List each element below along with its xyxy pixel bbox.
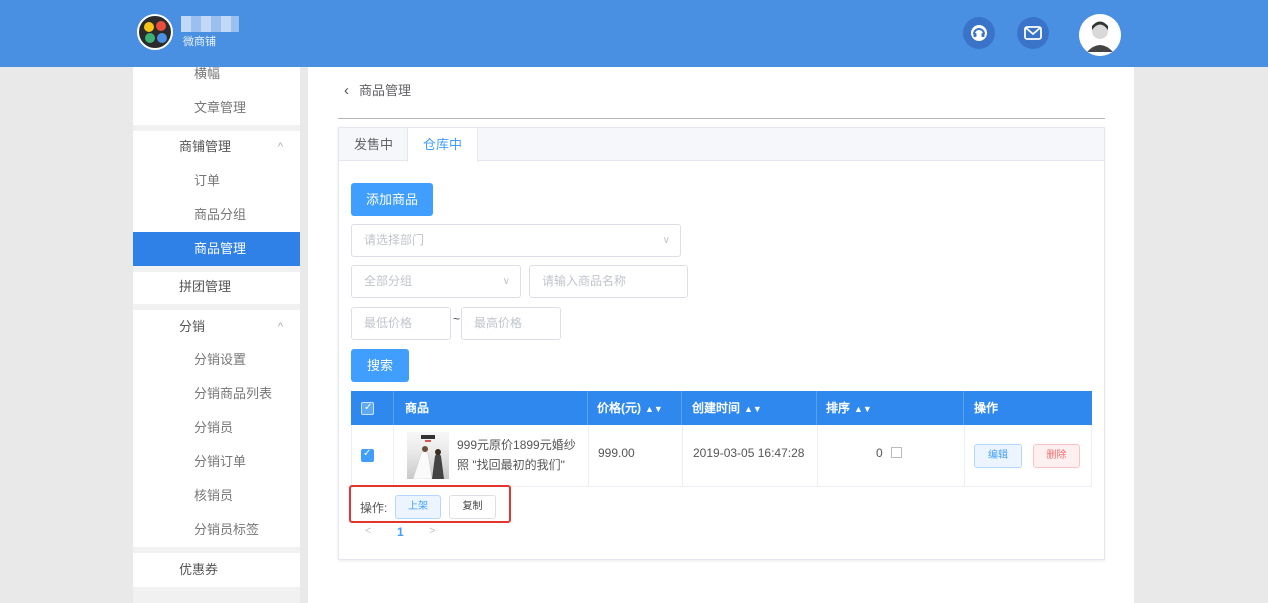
pagination-page-1[interactable]: 1 — [397, 525, 404, 539]
brand-logo-blurred — [181, 16, 239, 32]
sidebar-item-product-management[interactable]: 商品管理 — [133, 232, 300, 266]
sidebar-item-distribution-products[interactable]: 分销商品列表 — [133, 377, 300, 411]
column-divider — [964, 425, 965, 487]
back-chevron-icon[interactable]: ‹ — [344, 82, 349, 99]
tab-on-sale[interactable]: 发售中 — [339, 128, 408, 161]
min-price-placeholder: 最低价格 — [364, 316, 413, 330]
copy-button[interactable]: 复制 — [449, 495, 496, 519]
headset-icon[interactable] — [963, 17, 995, 49]
sort-header-label: 排序 — [826, 401, 851, 415]
sidebar-item-distribution-settings[interactable]: 分销设置 — [133, 343, 300, 377]
price-header-label: 价格(元) — [597, 401, 641, 415]
sidebar-item-distribution[interactable]: 分销 ^ — [133, 310, 300, 344]
column-header-actions: 操作 — [974, 401, 999, 415]
sidebar-item-product-groups[interactable]: 商品分组 — [133, 198, 300, 232]
column-divider — [963, 391, 964, 425]
department-select[interactable]: 请选择部门 ∨ — [351, 224, 681, 257]
chevron-up-icon: ^ — [277, 321, 283, 333]
tab-in-warehouse[interactable]: 仓库中 — [407, 128, 479, 162]
sidebar-item-coupons[interactable]: 优惠券 — [133, 553, 300, 587]
product-card: 发售中 仓库中 添加商品 请选择部门 ∨ 全部分组 ∨ 请输入商品名称 最低价格… — [338, 127, 1105, 560]
edit-button[interactable]: 编辑 — [974, 444, 1022, 468]
department-placeholder: 请选择部门 — [364, 233, 425, 247]
range-separator: ~ — [453, 312, 461, 326]
table-row: ✓ 999元原价1899元婚纱照 "找回最初的我们" 999.00 2019-0… — [351, 425, 1092, 487]
column-header-price[interactable]: 价格(元) ▲▼ — [597, 391, 663, 425]
pagination-next-button[interactable]: > — [429, 525, 435, 537]
max-price-input[interactable]: 最高价格 — [461, 307, 561, 340]
breadcrumb-title: 商品管理 — [359, 83, 412, 98]
sort-value: 0 — [876, 446, 883, 460]
sidebar-item-group-buy[interactable]: 拼团管理 — [133, 270, 300, 304]
sidebar-item-articles[interactable]: 文章管理 — [133, 91, 300, 125]
group-placeholder: 全部分组 — [364, 274, 413, 288]
breadcrumb: ‹ 商品管理 — [344, 80, 411, 99]
chevron-down-icon: ∨ — [502, 276, 510, 287]
product-thumbnail[interactable] — [407, 432, 449, 479]
max-price-placeholder: 最高价格 — [474, 316, 523, 330]
pagination-prev-button[interactable]: < — [365, 525, 371, 537]
column-divider — [817, 425, 818, 487]
column-divider — [588, 425, 589, 487]
select-all-checkbox[interactable]: ✓ — [361, 402, 374, 415]
product-price: 999.00 — [598, 446, 635, 460]
search-button[interactable]: 搜索 — [351, 349, 409, 382]
sort-icon: ▲▼ — [645, 404, 663, 414]
sidebar-item-distributors[interactable]: 分销员 — [133, 411, 300, 445]
column-divider — [393, 391, 394, 425]
product-sort-cell: 0 — [876, 446, 902, 460]
add-product-button[interactable]: 添加商品 — [351, 183, 433, 216]
column-divider — [682, 425, 683, 487]
chevron-down-icon: ∨ — [662, 235, 670, 246]
brand-name: 微商铺 — [183, 36, 216, 48]
product-created-time: 2019-03-05 16:47:28 — [693, 446, 805, 460]
sidebar-item-banner[interactable]: 横幅 — [133, 57, 300, 91]
sort-icon: ▲▼ — [744, 404, 762, 414]
product-name-placeholder: 请输入商品名称 — [542, 274, 627, 288]
tab-bar: 发售中 仓库中 — [339, 128, 1104, 162]
mail-icon[interactable] — [1017, 17, 1049, 49]
product-name[interactable]: 999元原价1899元婚纱照 "找回最初的我们" — [457, 435, 587, 475]
column-header-sort[interactable]: 排序 ▲▼ — [826, 391, 872, 425]
check-icon: ✓ — [363, 448, 372, 459]
table-header: ✓ 商品 价格(元) ▲▼ 创建时间 ▲▼ 排序 ▲▼ 操作 — [351, 391, 1092, 425]
row-checkbox[interactable]: ✓ — [361, 448, 374, 462]
check-icon: ✓ — [364, 402, 373, 413]
main-content: ‹ 商品管理 发售中 仓库中 添加商品 请选择部门 ∨ 全部分组 ∨ 请输入商品名… — [308, 67, 1134, 603]
sidebar-item-distribution-orders[interactable]: 分销订单 — [133, 445, 300, 479]
column-header-product: 商品 — [405, 401, 430, 415]
chevron-up-icon: ^ — [277, 141, 283, 153]
created-header-label: 创建时间 — [692, 401, 741, 415]
brand-logo[interactable] — [137, 14, 173, 50]
sidebar-item-orders[interactable]: 订单 — [133, 164, 300, 198]
sidebar: 横幅 文章管理 商铺管理 ^ 订单 商品分组 商品管理 拼团管理 分销 ^ 分销设置… — [133, 66, 300, 603]
bulk-actions-label: 操作: — [360, 501, 388, 515]
edit-icon[interactable] — [890, 447, 902, 458]
sidebar-item-distributor-tags[interactable]: 分销员标签 — [133, 513, 300, 547]
min-price-input[interactable]: 最低价格 — [351, 307, 451, 340]
column-header-created[interactable]: 创建时间 ▲▼ — [692, 391, 762, 425]
sidebar-item-verifiers[interactable]: 核销员 — [133, 479, 300, 513]
shelve-button[interactable]: 上架 — [395, 495, 441, 519]
breadcrumb-divider — [338, 118, 1105, 119]
column-divider — [587, 391, 588, 425]
group-select[interactable]: 全部分组 ∨ — [351, 265, 521, 298]
column-divider — [681, 391, 682, 425]
sort-icon: ▲▼ — [854, 404, 872, 414]
user-avatar[interactable] — [1079, 14, 1121, 56]
delete-button[interactable]: 删除 — [1033, 444, 1080, 468]
column-divider — [393, 425, 394, 487]
sidebar-item-shop-management[interactable]: 商铺管理 ^ — [133, 130, 300, 164]
sidebar-divider — [133, 587, 300, 603]
product-name-input[interactable]: 请输入商品名称 — [529, 265, 688, 298]
column-divider — [816, 391, 817, 425]
